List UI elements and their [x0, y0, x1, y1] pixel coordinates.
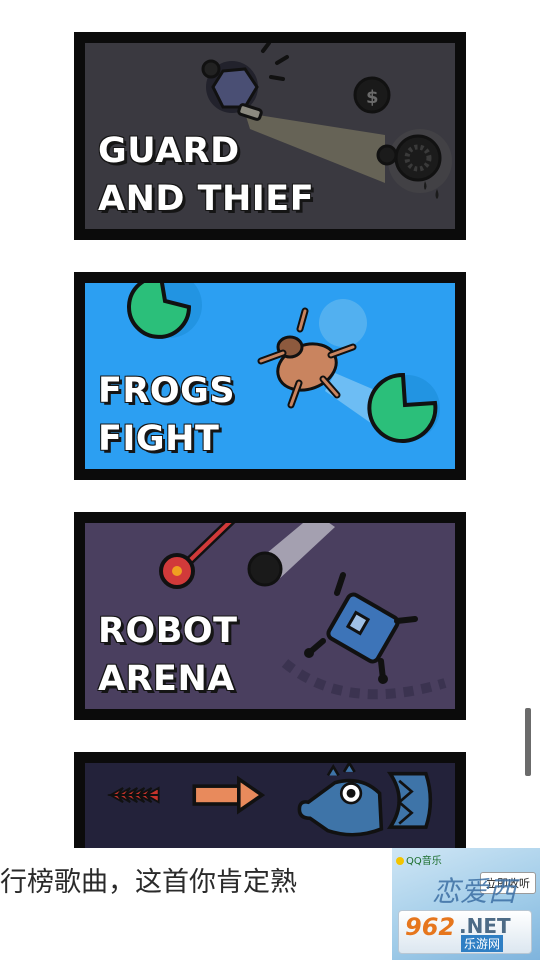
dragon-head-icon [297, 763, 433, 837]
site-watermark-logo: 962 .NET 乐游网 [398, 910, 532, 954]
lily-pad-icon [127, 283, 202, 339]
site-name: 乐游网 [461, 935, 504, 952]
ad-banner[interactable]: 行榜歌曲，这首你肯定熟 QQ音乐 立即收听 恋爱西 962 .NET 乐游网 [0, 848, 540, 960]
game-title-line: ARENA [98, 659, 235, 699]
game-title-line: FIGHT [98, 419, 220, 459]
svg-text:$: $ [366, 87, 379, 108]
ad-banner-text[interactable]: 行榜歌曲，这首你肯定熟 [0, 860, 392, 899]
game-card-frogs-fight[interactable]: FROGS FIGHT [74, 272, 466, 480]
song-title-art: 恋爱西 [432, 875, 517, 908]
game-card-guard-and-thief[interactable]: $ GUARD AND THIEF [74, 32, 466, 240]
game-title: FROGS FIGHT [98, 367, 235, 463]
game-title: ROBOT ARENA [98, 607, 238, 703]
game-title-line: FROGS [98, 371, 236, 411]
game-title-line: ROBOT [98, 611, 238, 651]
guard-character-icon [201, 43, 289, 121]
game-title-line: GUARD [98, 131, 240, 171]
game-card-robot-arena[interactable]: ROBOT ARENA [74, 512, 466, 720]
laser-weapon-icon [247, 523, 335, 587]
lily-pad-icon [367, 372, 440, 443]
ad-image[interactable]: QQ音乐 立即收听 恋爱西 962 .NET 乐游网 [392, 848, 540, 960]
sword-weapon-icon [159, 523, 236, 589]
game-title-line: AND THIEF [98, 179, 315, 219]
site-number: 962 [405, 913, 456, 941]
game-title: GUARD AND THIEF [98, 127, 314, 223]
fire-arrow-icon [107, 775, 266, 815]
dragon-artwork [107, 763, 433, 837]
qq-music-logo: QQ音乐 [396, 852, 442, 867]
robot-character-icon [304, 572, 418, 684]
scrollbar-thumb[interactable] [525, 708, 531, 776]
